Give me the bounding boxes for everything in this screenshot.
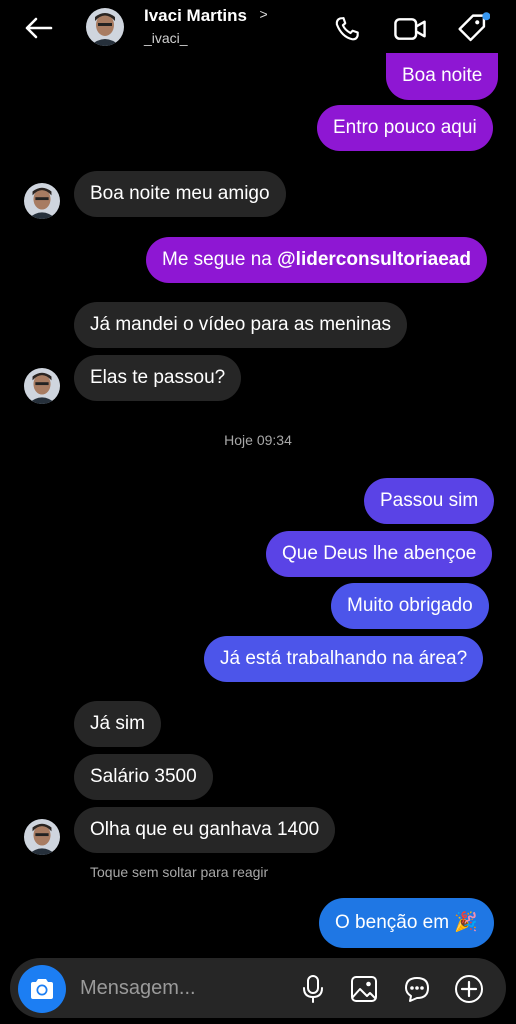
outgoing-message[interactable]: Entro pouco aqui xyxy=(317,105,493,151)
react-hint: Toque sem soltar para reagir xyxy=(90,864,269,880)
phone-icon[interactable] xyxy=(330,12,364,46)
outgoing-message[interactable]: O benção em 🎉 xyxy=(319,898,495,948)
outgoing-message[interactable]: Já está trabalhando na área? xyxy=(204,636,484,682)
gallery-icon[interactable] xyxy=(347,972,381,1006)
outgoing-message[interactable]: Muito obrigado xyxy=(331,583,489,629)
chat-header: Ivaci Martins > _ivaci_ xyxy=(0,0,516,56)
incoming-message[interactable]: Boa noite meu amigo xyxy=(74,171,286,217)
chevron-right-icon: > xyxy=(259,6,268,22)
contact-name: Ivaci Martins xyxy=(144,6,247,25)
tag-icon[interactable] xyxy=(456,12,490,46)
outgoing-message[interactable]: Que Deus lhe abençoe xyxy=(266,531,493,577)
contact-info[interactable]: Ivaci Martins > _ivaci_ xyxy=(144,6,268,46)
outgoing-message[interactable]: Passou sim xyxy=(364,478,495,524)
incoming-message[interactable]: Já mandei o vídeo para as meninas xyxy=(74,302,408,348)
back-arrow-icon[interactable] xyxy=(18,10,58,46)
mention-link[interactable]: @liderconsultoriaead xyxy=(277,249,471,270)
avatar[interactable] xyxy=(24,819,60,855)
contact-handle: _ivaci_ xyxy=(144,30,188,46)
avatar[interactable] xyxy=(24,183,60,219)
sticker-icon[interactable] xyxy=(400,972,434,1006)
outgoing-message[interactable]: Boa noite xyxy=(386,53,499,100)
camera-icon[interactable] xyxy=(18,965,66,1013)
microphone-icon[interactable] xyxy=(296,972,330,1006)
video-call-icon[interactable] xyxy=(393,12,427,46)
avatar[interactable] xyxy=(86,8,124,46)
incoming-message[interactable]: Olha que eu ganhava 1400 xyxy=(74,807,336,853)
incoming-message[interactable]: Elas te passou? xyxy=(74,355,242,401)
timestamp: Hoje 09:34 xyxy=(224,432,292,448)
incoming-message[interactable]: Já sim xyxy=(74,701,161,747)
message-composer xyxy=(10,958,506,1018)
avatar[interactable] xyxy=(24,368,60,404)
outgoing-message[interactable]: Me segue na @liderconsultoriaead xyxy=(146,237,487,283)
plus-icon[interactable] xyxy=(452,972,486,1006)
message-input[interactable] xyxy=(80,972,280,1004)
incoming-message[interactable]: Salário 3500 xyxy=(74,754,213,800)
